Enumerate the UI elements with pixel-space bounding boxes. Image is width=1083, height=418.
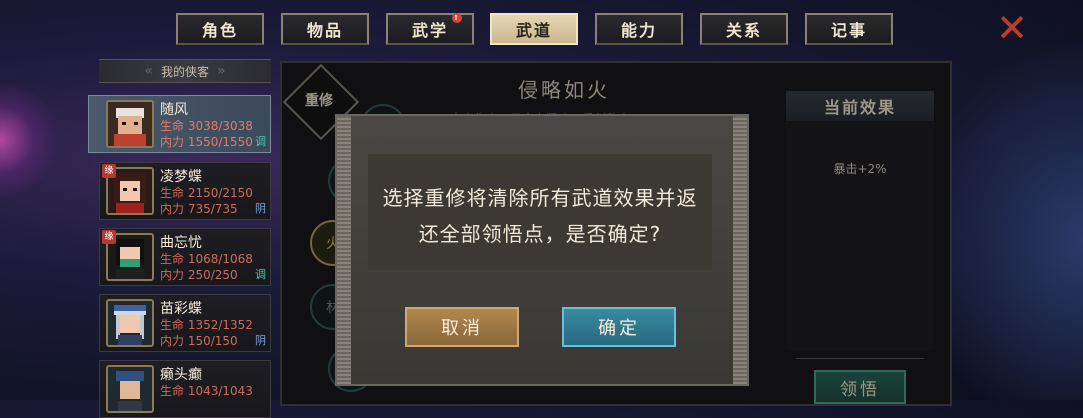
hero-name: 随风 — [160, 102, 188, 118]
fate-badge: 缘 — [102, 230, 116, 244]
hero-name: 曲忘忧 — [160, 235, 202, 251]
hero-hp: 生命 1068/1068 — [160, 252, 253, 266]
hero-list-title: 我的侠客 — [160, 64, 209, 79]
hero-hp: 生命 1043/1043 — [160, 384, 253, 398]
chevron-right-icon: » — [217, 63, 226, 79]
hero-hp: 生命 2150/2150 — [160, 186, 253, 200]
tab-martial-way[interactable]: 武道 — [490, 13, 578, 45]
hero-hp: 生命 3038/3038 — [160, 119, 253, 133]
tab-label: 物品 — [306, 21, 343, 40]
tab-label: 角色 — [201, 21, 238, 40]
dialog-message-line: 选择重修将清除所有武道效果并返 — [382, 186, 698, 210]
hero-item-lingmengdie[interactable]: 缘 凌梦蝶 生命 2150/2150 内力 735/735 阴 — [99, 162, 271, 220]
hero-item-quwangyou[interactable]: 缘 曲忘忧 生命 1068/1068 内力 250/250 调 — [99, 228, 271, 286]
hero-tag: 调 — [255, 135, 266, 148]
tab-relations[interactable]: 关系 — [700, 13, 788, 45]
hero-item-laitoudian[interactable]: 癞头癫 生命 1043/1043 — [99, 360, 271, 418]
tab-label: 武学 — [411, 21, 448, 40]
hero-item-miaocaidie[interactable]: 苗彩蝶 生命 1352/1352 内力 150/150 阴 — [99, 294, 271, 352]
close-icon[interactable]: ✕ — [994, 9, 1030, 47]
dialog-rail-right — [733, 116, 747, 384]
tab-label: 关系 — [725, 21, 762, 40]
hero-mp: 内力 1550/1550 — [160, 135, 253, 149]
hero-tag: 阴 — [255, 202, 266, 215]
hero-list-header: « 我的侠客 » — [99, 59, 271, 83]
hero-tag: 调 — [255, 268, 266, 281]
avatar — [106, 100, 154, 148]
tab-label: 武道 — [515, 21, 552, 40]
dialog-rail-left — [337, 116, 351, 384]
tab-journal[interactable]: 记事 — [805, 13, 893, 45]
tab-items[interactable]: 物品 — [281, 13, 369, 45]
background-glow — [0, 80, 60, 200]
dialog-message-line: 还全部领悟点，是否确定? — [418, 222, 662, 246]
hero-mp: 内力 250/250 — [160, 268, 238, 282]
hero-mp: 内力 150/150 — [160, 334, 238, 348]
tab-martial-skills[interactable]: 武学! — [386, 13, 474, 45]
cancel-button[interactable]: 取消 — [405, 307, 519, 347]
hero-mp: 内力 735/735 — [160, 202, 238, 216]
hero-tag: 阴 — [255, 334, 266, 347]
confirm-button[interactable]: 确定 — [562, 307, 676, 347]
fate-badge: 缘 — [102, 164, 116, 178]
tab-abilities[interactable]: 能力 — [595, 13, 683, 45]
dialog-message: 选择重修将清除所有武道效果并返 还全部领悟点，是否确定? — [368, 180, 712, 252]
chevron-left-icon: « — [144, 63, 153, 79]
hero-name: 苗彩蝶 — [160, 301, 202, 317]
avatar — [106, 365, 154, 413]
tab-label: 记事 — [830, 21, 867, 40]
hero-item-suifeng[interactable]: 随风 生命 3038/3038 内力 1550/1550 调 — [88, 95, 271, 153]
tab-character[interactable]: 角色 — [176, 13, 264, 45]
tab-label: 能力 — [620, 21, 657, 40]
hero-name: 癞头癫 — [160, 367, 202, 383]
hero-hp: 生命 1352/1352 — [160, 318, 253, 332]
hero-name: 凌梦蝶 — [160, 169, 202, 185]
avatar — [106, 299, 154, 347]
notification-badge: ! — [452, 13, 462, 23]
